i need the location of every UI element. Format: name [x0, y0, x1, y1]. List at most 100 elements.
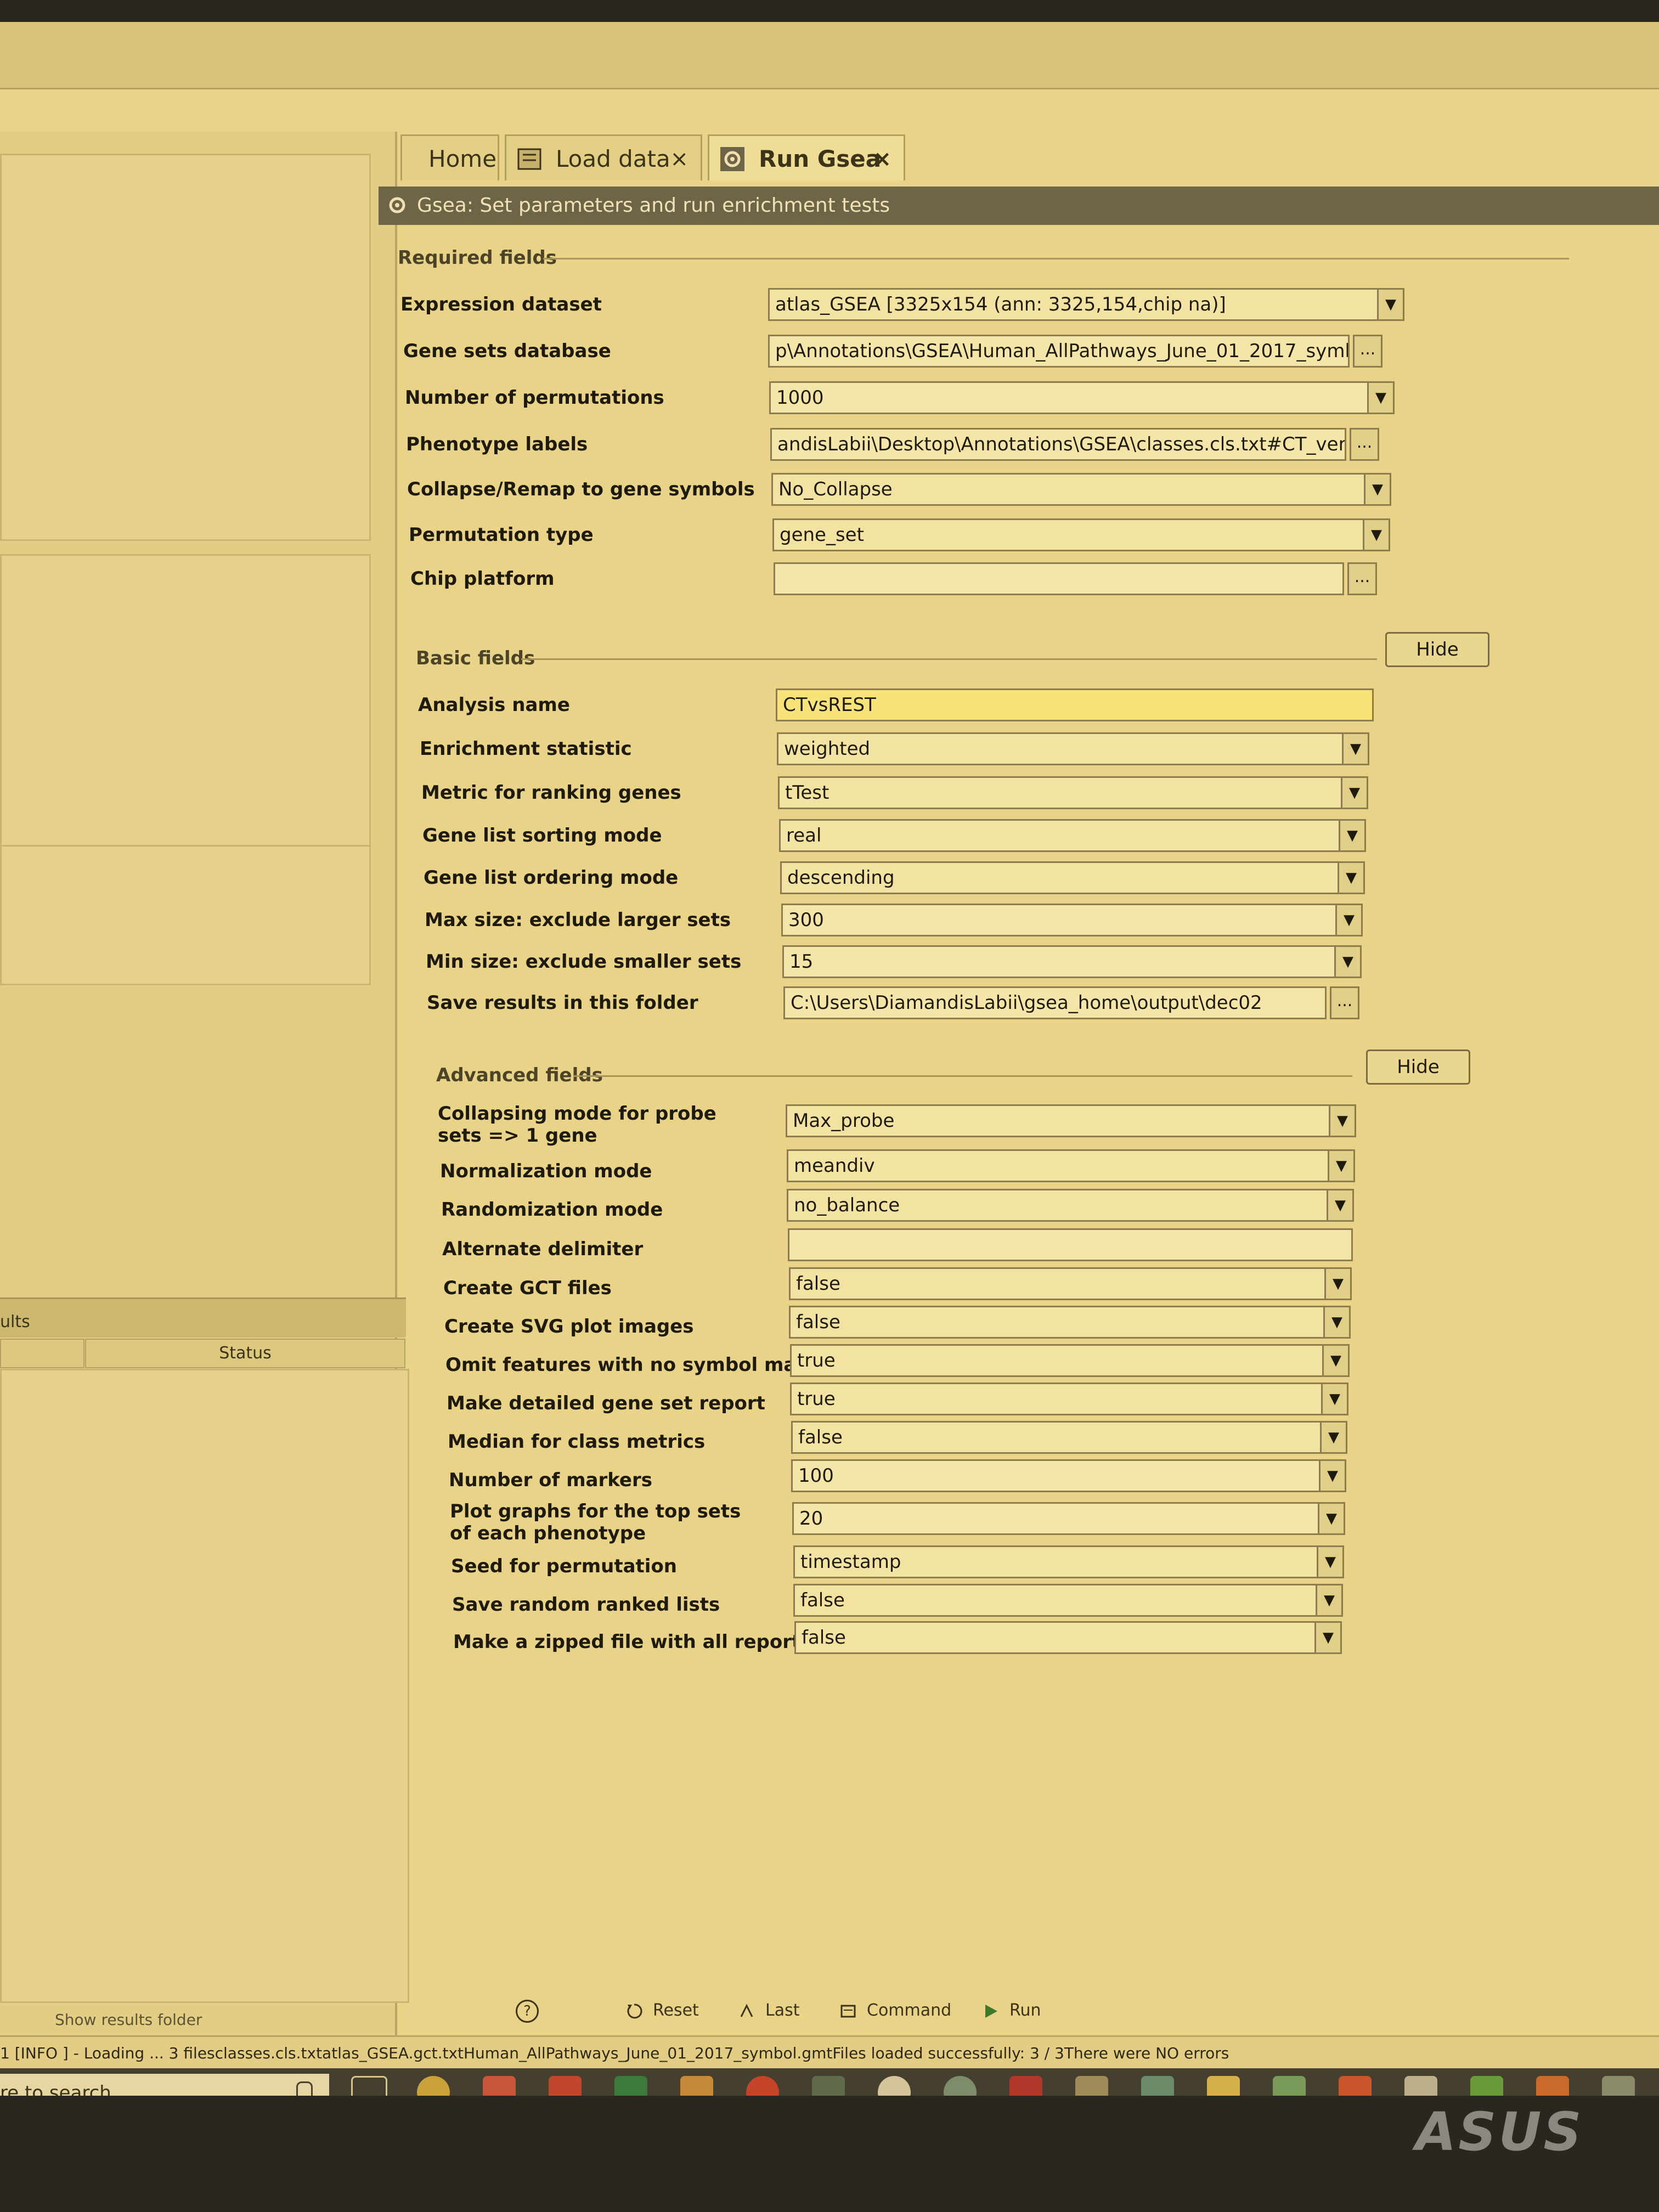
- close-icon[interactable]: ×: [670, 136, 689, 182]
- permutations-field[interactable]: 1000 ▼: [769, 381, 1395, 414]
- paint-icon[interactable]: [1536, 2076, 1569, 2096]
- ordering-mode-select[interactable]: descending ▼: [780, 861, 1365, 894]
- tab-load-data[interactable]: Load data ×: [505, 134, 702, 180]
- chevron-down-icon[interactable]: ▼: [1335, 905, 1361, 935]
- min-size-field[interactable]: 15 ▼: [782, 945, 1362, 978]
- chip-platform-field[interactable]: [774, 562, 1344, 595]
- chevron-down-icon[interactable]: ▼: [1322, 1346, 1348, 1375]
- mendeley-icon[interactable]: [1009, 2076, 1042, 2096]
- chevron-down-icon[interactable]: ▼: [1364, 475, 1390, 504]
- pycharm-icon[interactable]: [1470, 2076, 1503, 2096]
- command-button[interactable]: Command: [839, 1997, 951, 2024]
- reset-button[interactable]: Reset: [625, 1997, 699, 2024]
- chevron-down-icon[interactable]: ▼: [1327, 1190, 1352, 1220]
- field-value: atlas_GSEA [3325x154 (ann: 3325,154,chip…: [775, 294, 1226, 315]
- excel-icon[interactable]: [614, 2076, 647, 2096]
- powerpoint-icon[interactable]: [746, 2076, 779, 2096]
- chevron-down-icon[interactable]: ▼: [1329, 1106, 1355, 1136]
- phenotype-labels-field[interactable]: andisLabii\Desktop\Annotations\GSEA\clas…: [770, 428, 1346, 461]
- alternate-delimiter-field[interactable]: [788, 1228, 1353, 1261]
- task-view-icon[interactable]: [351, 2076, 387, 2096]
- microphone-icon[interactable]: [296, 2081, 313, 2096]
- teamviewer-icon[interactable]: [878, 2076, 911, 2096]
- chevron-down-icon[interactable]: ▼: [1334, 947, 1360, 977]
- chevron-down-icon[interactable]: ▼: [1342, 734, 1368, 764]
- chevron-down-icon[interactable]: ▼: [1320, 1423, 1346, 1452]
- chevron-down-icon[interactable]: ▼: [1367, 383, 1393, 413]
- chrome-icon[interactable]: [417, 2076, 450, 2096]
- last-button[interactable]: Last: [738, 1997, 800, 2024]
- chevron-down-icon[interactable]: ▼: [1363, 520, 1389, 550]
- analysis-name-input[interactable]: CTvsREST: [776, 689, 1374, 721]
- cloud-app-icon[interactable]: [1075, 2076, 1108, 2096]
- file-explorer-icon[interactable]: [1207, 2076, 1240, 2096]
- results-column-name[interactable]: [0, 1339, 84, 1368]
- browse-button[interactable]: ...: [1350, 428, 1379, 461]
- permutation-type-select[interactable]: gene_set ▼: [772, 518, 1390, 551]
- gene-sets-database-field[interactable]: p\Annotations\GSEA\Human_AllPathways_Jun…: [768, 335, 1350, 368]
- chevron-down-icon[interactable]: ▼: [1323, 1307, 1349, 1337]
- box-app-icon[interactable]: [1404, 2076, 1437, 2096]
- number-of-markers-field[interactable]: 100 ▼: [791, 1459, 1346, 1492]
- r-icon[interactable]: [944, 2076, 977, 2096]
- chevron-down-icon[interactable]: ▼: [1317, 1547, 1342, 1577]
- median-class-metrics-select[interactable]: false ▼: [791, 1421, 1347, 1454]
- hide-basic-button[interactable]: Hide: [1385, 632, 1489, 667]
- browse-button[interactable]: ...: [1330, 986, 1359, 1019]
- m-app-icon[interactable]: [1141, 2076, 1174, 2096]
- ranking-metric-select[interactable]: tTest ▼: [778, 776, 1368, 809]
- status-column-header[interactable]: Status: [85, 1339, 405, 1368]
- field-label: Number of markers: [449, 1469, 652, 1491]
- zipped-reports-select[interactable]: false ▼: [794, 1621, 1342, 1654]
- chevron-down-icon[interactable]: ▼: [1338, 863, 1363, 893]
- chevron-down-icon[interactable]: ▼: [1324, 1269, 1350, 1299]
- notepad-icon[interactable]: [1273, 2076, 1306, 2096]
- help-button[interactable]: ?: [516, 1997, 539, 2024]
- word-icon[interactable]: [812, 2076, 845, 2096]
- taskbar-search-input[interactable]: re to search: [0, 2074, 329, 2096]
- chevron-down-icon[interactable]: ▼: [1377, 290, 1403, 319]
- collapse-select[interactable]: No_Collapse ▼: [771, 473, 1391, 506]
- field-value: real: [786, 825, 822, 847]
- seed-permutation-select[interactable]: timestamp ▼: [793, 1545, 1344, 1578]
- run-button[interactable]: Run: [982, 1997, 1041, 2024]
- randomization-mode-select[interactable]: no_balance ▼: [787, 1189, 1354, 1222]
- tab-home[interactable]: Home: [400, 134, 499, 180]
- status-line: 1 [INFO ] - Loading ... 3 filesclasses.c…: [0, 2035, 1659, 2070]
- app-red-icon[interactable]: [483, 2076, 516, 2096]
- output-folder-field[interactable]: C:\Users\DiamandisLabii\gsea_home\output…: [783, 986, 1327, 1019]
- left-panel: ults Status: [0, 132, 409, 2041]
- chevron-down-icon[interactable]: ▼: [1316, 1585, 1341, 1615]
- chevron-down-icon[interactable]: ▼: [1341, 778, 1367, 808]
- plot-graphs-field[interactable]: 20 ▼: [792, 1502, 1345, 1535]
- normalization-mode-select[interactable]: meandiv ▼: [787, 1149, 1355, 1182]
- omit-features-select[interactable]: true ▼: [790, 1344, 1350, 1377]
- show-results-folder-link[interactable]: Show results folder: [55, 2011, 202, 2029]
- recycle-icon[interactable]: [1602, 2076, 1635, 2096]
- close-icon[interactable]: ×: [873, 136, 891, 182]
- browse-button[interactable]: ...: [1353, 335, 1383, 368]
- create-gct-select[interactable]: false ▼: [789, 1267, 1352, 1300]
- hide-advanced-button[interactable]: Hide: [1366, 1049, 1470, 1085]
- chevron-down-icon[interactable]: ▼: [1319, 1461, 1345, 1491]
- play-icon: [985, 2005, 997, 2018]
- pdf-icon[interactable]: [549, 2076, 582, 2096]
- chevron-down-icon[interactable]: ▼: [1321, 1384, 1347, 1414]
- chevron-down-icon[interactable]: ▼: [1328, 1151, 1353, 1181]
- chevron-down-icon[interactable]: ▼: [1339, 821, 1364, 850]
- app-red2-icon[interactable]: [1339, 2076, 1372, 2096]
- chevron-down-icon[interactable]: ▼: [1314, 1623, 1340, 1652]
- collapsing-mode-select[interactable]: Max_probe ▼: [786, 1104, 1356, 1137]
- folder-app-icon[interactable]: [680, 2076, 713, 2096]
- tab-run-gsea[interactable]: Run Gsea ×: [708, 134, 905, 180]
- create-svg-select[interactable]: false ▼: [789, 1306, 1351, 1339]
- field-label: Number of permutations: [405, 387, 664, 409]
- sorting-mode-select[interactable]: real ▼: [779, 819, 1366, 852]
- chevron-down-icon[interactable]: ▼: [1318, 1504, 1344, 1533]
- save-random-lists-select[interactable]: false ▼: [793, 1584, 1343, 1617]
- browse-button[interactable]: ...: [1347, 562, 1377, 595]
- enrichment-statistic-select[interactable]: weighted ▼: [777, 732, 1369, 765]
- max-size-field[interactable]: 300 ▼: [781, 904, 1363, 936]
- expression-dataset-select[interactable]: atlas_GSEA [3325x154 (ann: 3325,154,chip…: [768, 288, 1404, 321]
- detailed-report-select[interactable]: true ▼: [790, 1383, 1348, 1415]
